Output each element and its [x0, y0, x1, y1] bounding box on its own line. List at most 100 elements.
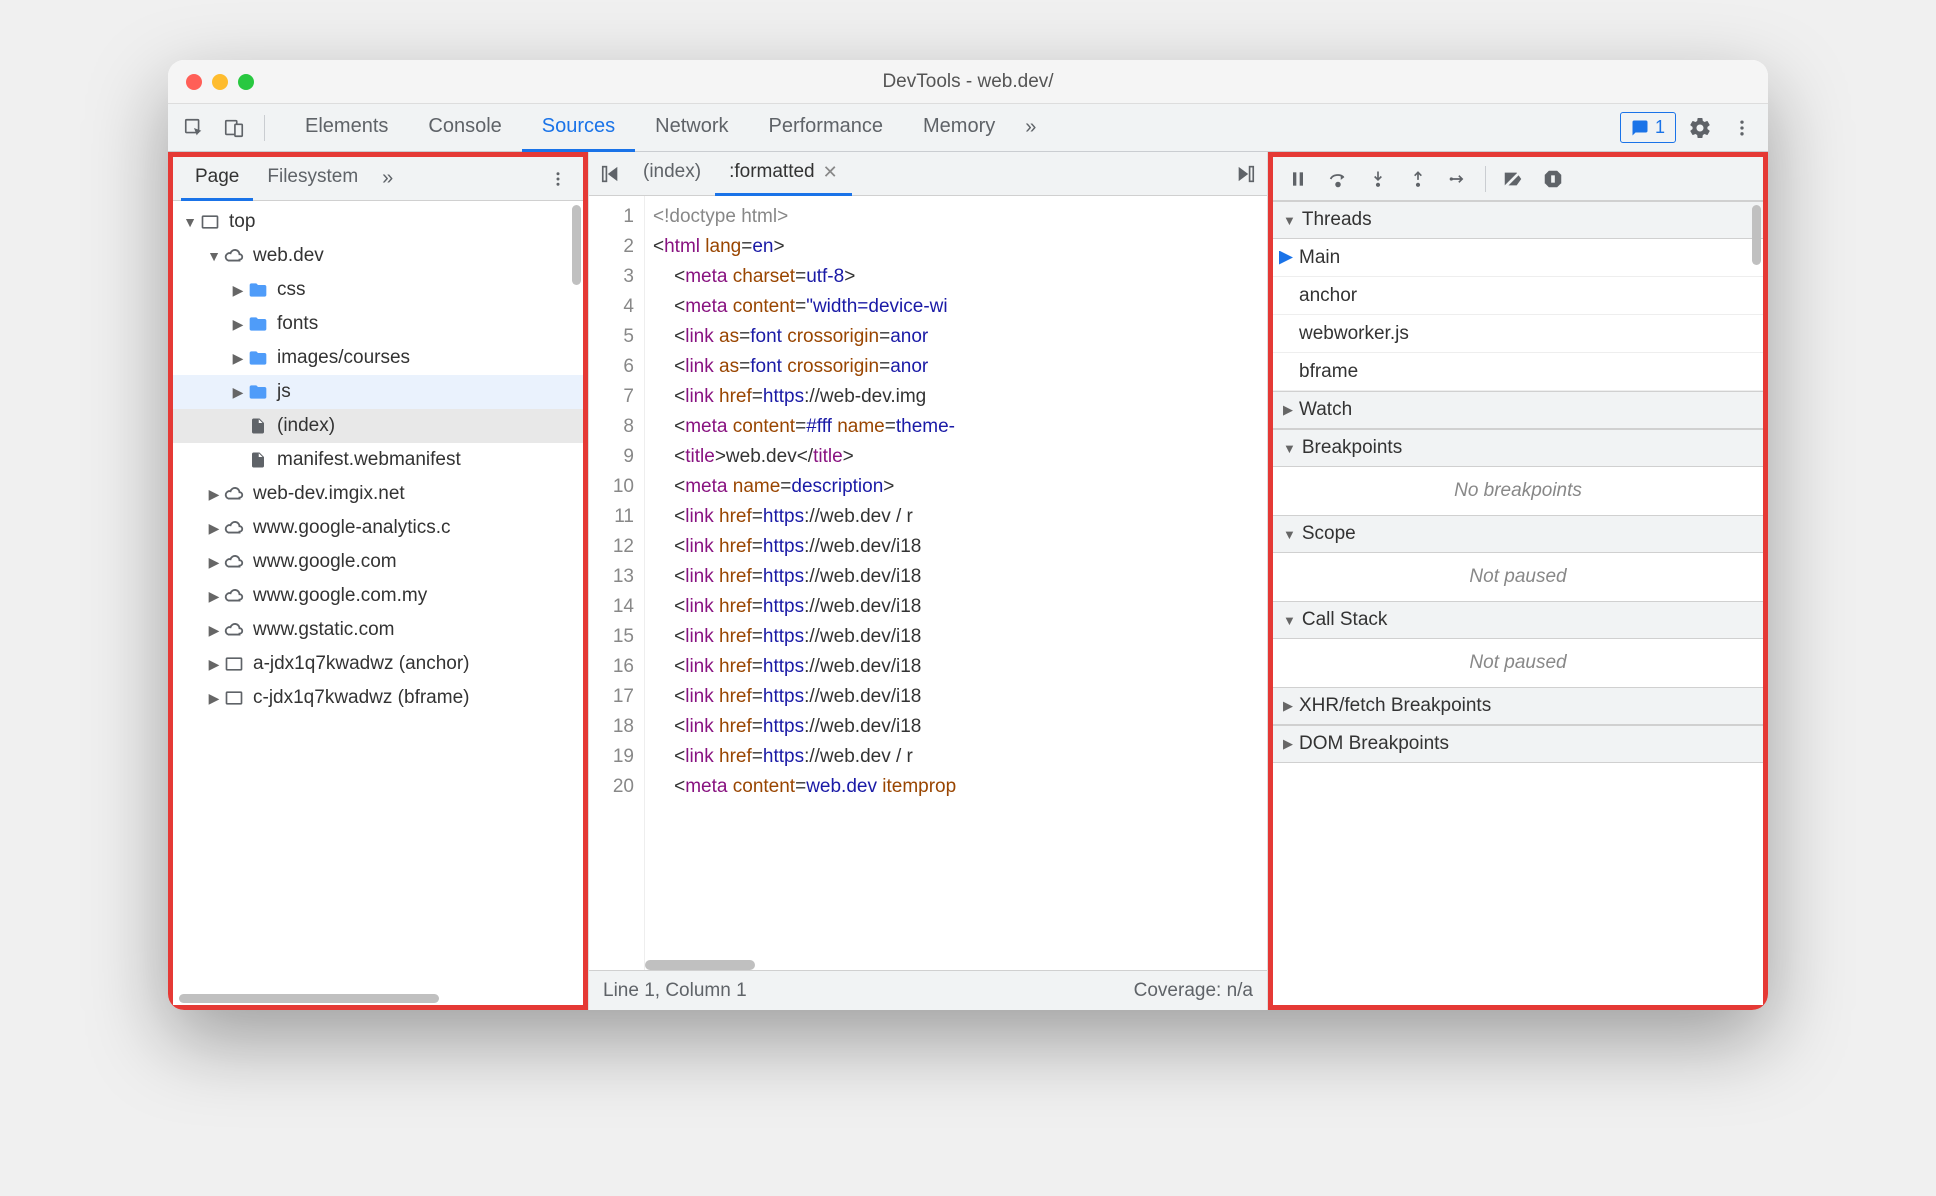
tab-memory[interactable]: Memory [903, 104, 1015, 152]
code-content[interactable]: <!doctype html><html lang=en> <meta char… [645, 196, 1267, 970]
traffic-lights [168, 74, 254, 90]
section-arrow-icon: ▼ [1283, 213, 1296, 228]
settings-gear-icon[interactable] [1682, 110, 1718, 146]
section-body-scope: Not paused [1273, 553, 1763, 601]
issues-button[interactable]: 1 [1620, 112, 1676, 143]
expand-arrow-icon[interactable]: ▶ [207, 622, 221, 639]
expand-arrow-icon[interactable]: ▶ [231, 350, 245, 367]
section-placeholder: Not paused [1273, 553, 1763, 601]
step-into-icon[interactable] [1359, 160, 1397, 198]
device-toggle-icon[interactable] [216, 110, 252, 146]
tree-item[interactable]: manifest.webmanifest [173, 443, 583, 477]
navigator-tab-filesystem[interactable]: Filesystem [253, 157, 372, 201]
section-header-breakpoints[interactable]: ▼Breakpoints [1273, 429, 1763, 467]
deactivate-breakpoints-icon[interactable] [1494, 160, 1532, 198]
tab-sources[interactable]: Sources [522, 104, 635, 152]
tree-item[interactable]: (index) [173, 409, 583, 443]
minimize-window-button[interactable] [212, 74, 228, 90]
inspect-element-icon[interactable] [176, 110, 212, 146]
debugger-toolbar [1273, 157, 1763, 201]
tab-performance[interactable]: Performance [749, 104, 904, 152]
step-out-icon[interactable] [1399, 160, 1437, 198]
code-editor[interactable]: 1234567891011121314151617181920 <!doctyp… [589, 196, 1267, 970]
navigator-more-chevron-icon[interactable]: » [372, 167, 403, 190]
close-window-button[interactable] [186, 74, 202, 90]
editor-scrollbar-horizontal[interactable] [645, 960, 755, 970]
section-body-breakpoints: No breakpoints [1273, 467, 1763, 515]
tree-item[interactable]: ▶ fonts [173, 307, 583, 341]
thread-item[interactable]: anchor [1273, 277, 1763, 315]
issues-count: 1 [1655, 117, 1665, 138]
section-arrow-icon: ▼ [1283, 613, 1296, 628]
section-header-threads[interactable]: ▼Threads [1273, 201, 1763, 239]
navigator-panel: PageFilesystem» ▼top▼web.dev▶css▶fonts▶i… [168, 152, 588, 1010]
scrollbar-vertical[interactable] [572, 205, 581, 285]
thread-item[interactable]: bframe [1273, 353, 1763, 391]
section-header-scope[interactable]: ▼Scope [1273, 515, 1763, 553]
pause-icon[interactable] [1279, 160, 1317, 198]
tree-item[interactable]: ▼web.dev [173, 239, 583, 273]
tree-item[interactable]: ▶css [173, 273, 583, 307]
expand-arrow-icon[interactable]: ▶ [207, 690, 221, 707]
cloud-icon [223, 619, 245, 641]
scrollbar-vertical[interactable] [1752, 205, 1761, 265]
pause-on-exceptions-icon[interactable] [1534, 160, 1572, 198]
navigator-tab-page[interactable]: Page [181, 157, 253, 201]
section-arrow-icon: ▼ [1283, 527, 1296, 542]
main-area: PageFilesystem» ▼top▼web.dev▶css▶fonts▶i… [168, 152, 1768, 1010]
tab-console[interactable]: Console [408, 104, 521, 152]
tree-item[interactable]: ▶ js [173, 375, 583, 409]
tree-item-label: www.gstatic.com [253, 619, 394, 641]
folder-icon [247, 347, 269, 369]
coverage-status: Coverage: n/a [1134, 980, 1253, 1002]
tree-item[interactable]: ▶www.google.com.my [173, 579, 583, 613]
expand-arrow-icon[interactable]: ▶ [207, 486, 221, 503]
tree-item[interactable]: ▼top [173, 205, 583, 239]
expand-arrow-icon[interactable]: ▶ [207, 656, 221, 673]
expand-arrow-icon[interactable]: ▶ [207, 588, 221, 605]
close-tab-icon[interactable]: ✕ [823, 162, 838, 183]
section-header-xhr[interactable]: ▶XHR/fetch Breakpoints [1273, 687, 1763, 725]
editor-tab[interactable]: :formatted✕ [715, 152, 852, 196]
titlebar: DevTools - web.dev/ [168, 60, 1768, 104]
tree-item[interactable]: ▶a-jdx1q7kwadwz (anchor) [173, 647, 583, 681]
tree-item-label: js [277, 381, 291, 403]
nav-back-icon[interactable] [593, 156, 629, 192]
kebab-menu-icon[interactable] [1724, 110, 1760, 146]
tab-elements[interactable]: Elements [285, 104, 408, 152]
thread-item[interactable]: Main [1273, 239, 1763, 277]
tree-item[interactable]: ▶ c-jdx1q7kwadwz (bframe) [173, 681, 583, 715]
zoom-window-button[interactable] [238, 74, 254, 90]
section-header-watch[interactable]: ▶Watch [1273, 391, 1763, 429]
expand-arrow-icon[interactable]: ▼ [183, 214, 197, 230]
expand-arrow-icon[interactable]: ▶ [207, 554, 221, 571]
tree-item[interactable]: ▶ www.gstatic.com [173, 613, 583, 647]
tree-item[interactable]: ▶web-dev.imgix.net [173, 477, 583, 511]
step-over-icon[interactable] [1319, 160, 1357, 198]
tree-item-label: www.google-analytics.c [253, 517, 450, 539]
step-icon[interactable] [1439, 160, 1477, 198]
navigator-kebab-icon[interactable] [541, 170, 575, 188]
expand-arrow-icon[interactable]: ▶ [231, 282, 245, 299]
tree-item[interactable]: ▶ www.google-analytics.c [173, 511, 583, 545]
expand-arrow-icon[interactable]: ▶ [231, 316, 245, 333]
expand-arrow-icon[interactable]: ▶ [207, 520, 221, 537]
more-tabs-chevron-icon[interactable]: » [1015, 116, 1046, 139]
tab-network[interactable]: Network [635, 104, 748, 152]
tree-item[interactable]: ▶www.google.com [173, 545, 583, 579]
nav-forward-icon[interactable] [1227, 156, 1263, 192]
separator [1485, 166, 1486, 192]
scrollbar-horizontal[interactable] [179, 994, 439, 1003]
tree-item-label: c-jdx1q7kwadwz (bframe) [253, 687, 469, 709]
section-header-callstack[interactable]: ▼Call Stack [1273, 601, 1763, 639]
cloud-icon [223, 551, 245, 573]
tree-item-label: fonts [277, 313, 318, 335]
thread-item[interactable]: webworker.js [1273, 315, 1763, 353]
expand-arrow-icon[interactable]: ▼ [207, 248, 221, 264]
section-arrow-icon: ▼ [1283, 441, 1296, 456]
editor-tab[interactable]: (index) [629, 152, 715, 196]
expand-arrow-icon[interactable]: ▶ [231, 384, 245, 401]
section-label: Watch [1299, 399, 1352, 421]
tree-item[interactable]: ▶images/courses [173, 341, 583, 375]
section-header-dom[interactable]: ▶DOM Breakpoints [1273, 725, 1763, 763]
